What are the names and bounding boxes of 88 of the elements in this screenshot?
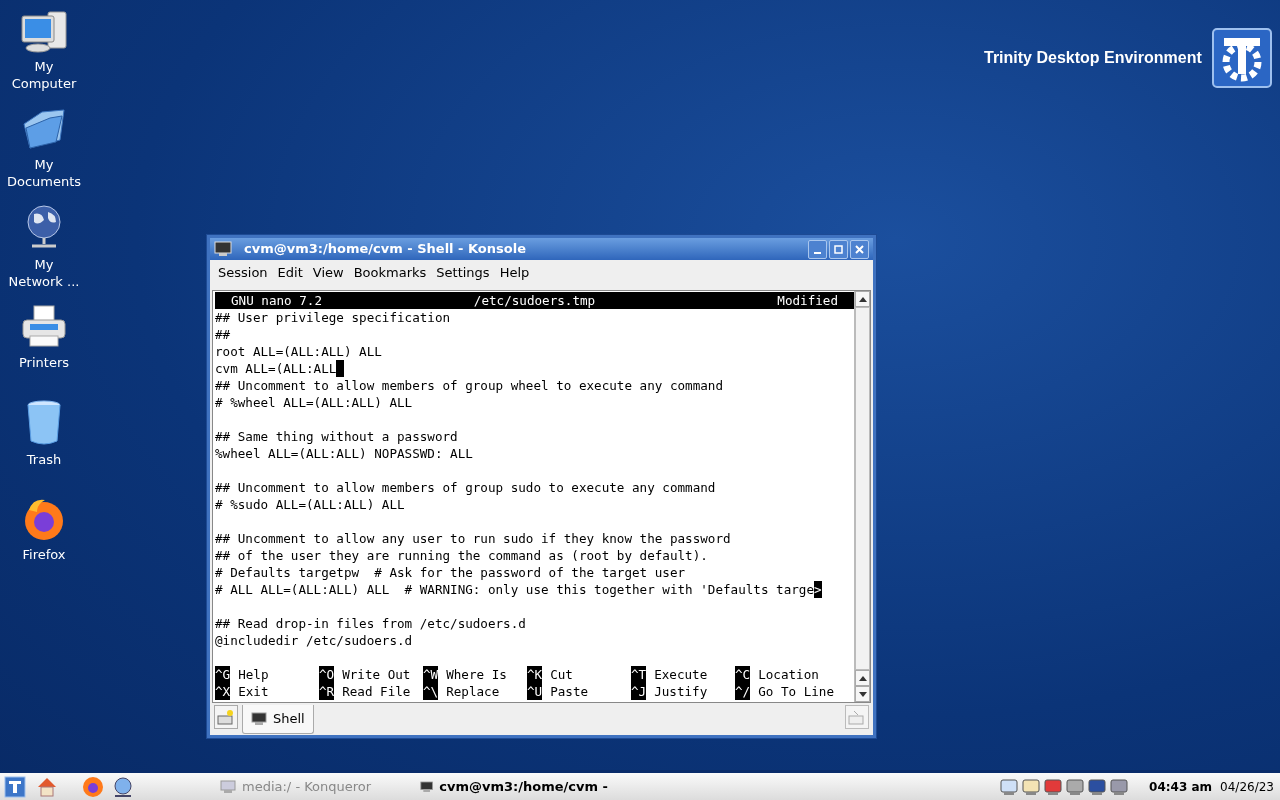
- code-line: %wheel ALL=(ALL:ALL) NOPASSWD: ALL: [215, 445, 473, 462]
- menu-item[interactable]: Settings: [432, 263, 494, 283]
- modified-status: Modified: [776, 292, 839, 309]
- code-line: ##: [215, 326, 231, 343]
- menu-item[interactable]: Edit: [273, 263, 307, 283]
- shortcut-key: ^R: [319, 683, 335, 700]
- shortcut-key: ^G: [215, 666, 231, 683]
- close-icon: [854, 243, 865, 255]
- window-title: cvm@vm3:/home/cvm - Shell - Konsole: [244, 240, 527, 259]
- up-arrow-icon[interactable]: [858, 296, 867, 302]
- shortcut-label: Help: [238, 666, 269, 683]
- new-session-icon: [217, 709, 235, 725]
- new-session-button[interactable]: [214, 705, 238, 729]
- menu-item[interactable]: Help: [495, 263, 534, 283]
- shortcut-label: Paste: [550, 683, 589, 700]
- window-icon: [420, 779, 434, 794]
- clock-date[interactable]: 04/26/23: [1220, 777, 1274, 796]
- code-line: root ALL=(ALL:ALL) ALL: [215, 343, 382, 360]
- folder-icon: [20, 106, 68, 152]
- computer-icon: [20, 10, 68, 54]
- up-arrow-icon[interactable]: [858, 675, 867, 681]
- desktop-icon-label[interactable]: My Computer: [11, 58, 77, 92]
- session-tab[interactable]: Shell: [242, 705, 314, 734]
- firefox-icon[interactable]: [82, 775, 104, 798]
- code-line: ## Uncomment to allow members of group sudo to execute any command: [215, 479, 716, 496]
- terminal-icon: [251, 712, 267, 726]
- shortcut-key: ^W: [423, 666, 439, 683]
- gear-logo-icon: [1211, 28, 1272, 88]
- down-arrow-icon[interactable]: [858, 691, 867, 697]
- code-line: ## User privilege specification: [215, 309, 451, 326]
- home-icon[interactable]: [36, 775, 58, 798]
- code-line: ## Uncomment to allow members of group wheel to execute any command: [215, 377, 723, 394]
- shortcut-key: ^/: [735, 683, 751, 700]
- code-line: ## Uncomment to allow any user to run sudo if they know the password: [215, 530, 731, 547]
- shortcut-key: ^K: [527, 666, 543, 683]
- shortcut-key: ^J: [631, 683, 647, 700]
- code-line: # %wheel ALL=(ALL:ALL) ALL: [215, 394, 413, 411]
- code-line: ## Same thing without a password: [215, 428, 458, 445]
- shortcut-key: ^T: [631, 666, 647, 683]
- shortcut-label: Where Is: [446, 666, 507, 683]
- scrollbar[interactable]: [854, 291, 870, 702]
- shortcut-key: ^C: [735, 666, 751, 683]
- file-name: /etc/sudoers.tmp: [472, 292, 597, 309]
- shortcut-label: Execute: [654, 666, 708, 683]
- code-line: # %sudo ALL=(ALL:ALL) ALL: [215, 496, 405, 513]
- close-button[interactable]: [850, 239, 869, 259]
- code-line: ## Read drop-in files from /etc/sudoers.d: [215, 615, 526, 632]
- shortcut-label: Go To Line: [758, 683, 834, 700]
- maximize-button[interactable]: [829, 239, 848, 259]
- display-icon[interactable]: [1087, 776, 1108, 797]
- desktop-icon-label[interactable]: My Documents: [6, 156, 82, 190]
- shortcut-label: Exit: [238, 683, 269, 700]
- code-line: cvm ALL=(ALL:ALL: [215, 360, 337, 377]
- shortcut-label: Justify: [654, 683, 708, 700]
- terminal-icon[interactable]: [214, 241, 232, 257]
- trash-icon: [24, 399, 64, 447]
- menu-item[interactable]: Bookmarks: [349, 263, 431, 283]
- clock-time[interactable]: 04:43 am: [1149, 777, 1213, 796]
- menu-item[interactable]: Session: [214, 263, 272, 283]
- shortcut-key: ^U: [527, 683, 543, 700]
- shortcut-key: ^\: [423, 683, 439, 700]
- code-line: @includedir /etc/sudoers.d: [215, 632, 413, 649]
- shortcut-key: ^O: [319, 666, 335, 683]
- desktop-icon-label[interactable]: My Network ...: [8, 256, 80, 290]
- desktop-icon-label[interactable]: Printers: [19, 354, 69, 371]
- code-line: # Defaults targetpw # Ask for the password of the target user: [215, 564, 686, 581]
- shortcut-label: Read File: [342, 683, 411, 700]
- window-icon: [220, 779, 236, 794]
- minimize-icon: [814, 252, 821, 254]
- minimize-button[interactable]: [808, 239, 827, 259]
- task-button[interactable]: cvm@vm3:/home/cvm -: [414, 774, 614, 799]
- logo-text: Trinity Desktop Environment: [984, 48, 1202, 68]
- shortcut-label: Location: [758, 666, 819, 683]
- desktop-icon-label[interactable]: Firefox: [22, 546, 66, 563]
- network-icon[interactable]: [112, 775, 134, 798]
- code-line: ## of the user they are running the command as (root by default).: [215, 547, 708, 564]
- shortcut-label: Cut: [550, 666, 573, 683]
- maximize-icon: [833, 243, 844, 255]
- shortcut-key: ^X: [215, 683, 231, 700]
- desktop-icon-label[interactable]: Trash: [26, 451, 62, 468]
- close-session-icon: [848, 709, 866, 725]
- menu-item[interactable]: View: [308, 263, 348, 283]
- app-version: GNU nano 7.2: [230, 292, 323, 309]
- shortcut-label: Replace: [446, 683, 500, 700]
- shortcut-label: Write Out: [342, 666, 411, 683]
- code-line: # ALL ALL=(ALL:ALL) ALL # WARNING: only use this together with 'Defaults targe: [215, 581, 814, 598]
- start-menu-icon[interactable]: [4, 775, 26, 798]
- printer-icon: [20, 304, 68, 350]
